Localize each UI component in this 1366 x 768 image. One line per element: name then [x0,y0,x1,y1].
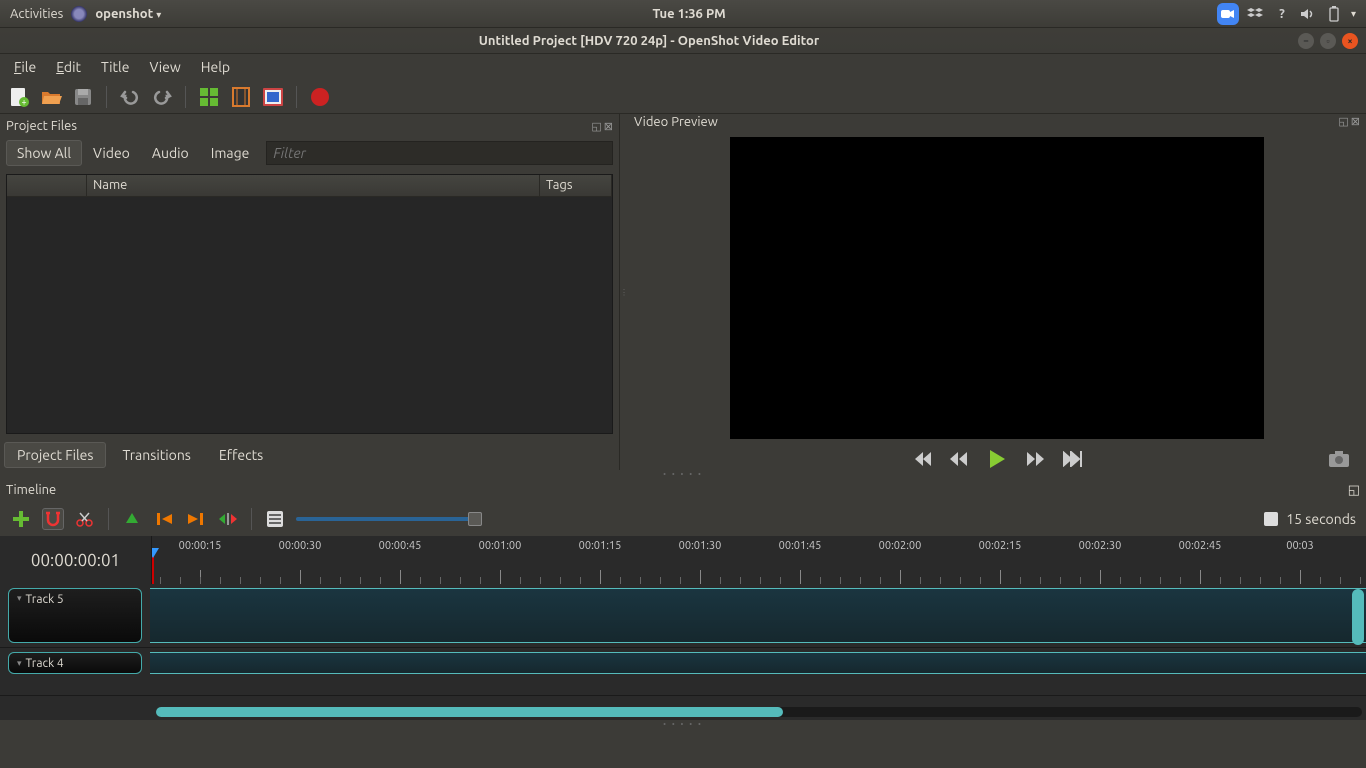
tab-effects[interactable]: Effects [207,443,275,467]
svg-text:+: + [21,97,26,107]
track-row: ▾Track 4 [0,648,1366,696]
project-files-panel: Project Files ◱ ⊠ Show All Video Audio I… [0,114,620,470]
play-icon[interactable] [987,449,1007,469]
window-titlebar: Untitled Project [HDV 720 24p] - OpenSho… [0,28,1366,54]
vertical-splitter[interactable]: ⋮ [620,114,628,470]
menu-view[interactable]: View [141,57,188,77]
horizontal-scrollbar[interactable] [156,707,1362,717]
prev-marker-icon[interactable] [153,508,175,530]
filter-input[interactable] [266,141,613,165]
maximize-button[interactable]: ▫ [1320,33,1336,49]
playhead[interactable] [152,548,154,584]
chevron-down-icon: ▾ [17,658,22,669]
zoom-slider[interactable] [296,517,476,521]
volume-tray-icon[interactable] [1299,5,1317,23]
filter-audio[interactable]: Audio [141,140,200,166]
export-icon[interactable] [309,86,331,108]
preview-screen[interactable] [730,137,1264,439]
timeline-panel: Timeline ◱ 15 seconds 00:00:00:01 00:00:… [0,478,1366,720]
track-header-5[interactable]: ▾Track 5 [8,588,142,643]
duration-checkbox[interactable] [1264,512,1278,526]
activities-button[interactable]: Activities [10,7,63,21]
preview-undock-icon[interactable]: ◱ [1338,115,1348,128]
video-preview-title: Video Preview [634,115,718,129]
timeline-undock-icon[interactable]: ◱ [1348,483,1360,497]
razor-icon[interactable] [74,508,96,530]
project-files-table[interactable]: Name Tags [6,174,613,434]
import-files-icon[interactable] [198,86,220,108]
add-marker-icon[interactable] [121,508,143,530]
tab-project-files[interactable]: Project Files [4,442,106,468]
system-menu-icon[interactable]: ▾ [1351,8,1356,20]
panel-undock-icon[interactable]: ◱ [591,120,601,133]
col-tags[interactable]: Tags [540,175,612,196]
duration-label: 15 seconds [1286,511,1356,527]
menu-edit[interactable]: Edit [48,57,89,77]
menu-file[interactable]: File [6,57,44,77]
fast-forward-icon[interactable] [1025,451,1045,467]
timecode-display[interactable]: 00:00:00:01 [0,536,152,584]
track-header-4[interactable]: ▾Track 4 [8,652,142,674]
horizontal-splitter[interactable]: • • • • • [0,470,1366,478]
filter-video[interactable]: Video [82,140,141,166]
preview-close-icon[interactable]: ⊠ [1351,115,1360,128]
openshot-app-icon [71,6,87,22]
panel-close-icon[interactable]: ⊠ [604,120,613,133]
profile-icon[interactable] [230,86,252,108]
menu-title[interactable]: Title [93,57,137,77]
dropbox-tray-icon[interactable] [1247,5,1265,23]
clock[interactable]: Tue 1:36 PM [161,7,1217,21]
track-row: ▾Track 5 [0,584,1366,648]
minimize-button[interactable]: – [1298,33,1314,49]
rewind-icon[interactable] [949,451,969,467]
fullscreen-icon[interactable] [262,86,284,108]
battery-tray-icon[interactable] [1325,5,1343,23]
menubar: File Edit Title View Help [0,54,1366,80]
video-preview-panel: Video Preview ◱ ⊠ [628,114,1366,470]
os-topbar: Activities openshot ▾ Tue 1:36 PM ? ▾ [0,0,1366,28]
zoom-tray-icon[interactable] [1217,3,1239,25]
new-project-icon[interactable]: + [8,86,30,108]
timeline-title: Timeline [6,483,56,497]
project-files-title: Project Files [6,119,77,133]
snapshot-icon[interactable] [1328,450,1350,468]
jump-start-icon[interactable] [911,451,931,467]
vertical-scrollbar[interactable] [1352,589,1364,645]
track-body-5[interactable] [150,588,1366,643]
col-name[interactable]: Name [87,175,540,196]
app-menu[interactable]: openshot ▾ [95,7,161,21]
window-title: Untitled Project [HDV 720 24p] - OpenSho… [0,34,1298,48]
undo-icon[interactable] [119,86,141,108]
close-button[interactable]: × [1342,33,1358,49]
next-marker-icon[interactable] [185,508,207,530]
timeline-tracks: ▾Track 5 ▾Track 4 [0,584,1366,704]
redo-icon[interactable] [151,86,173,108]
chevron-down-icon: ▾ [17,593,22,604]
help-tray-icon[interactable]: ? [1273,5,1291,23]
filter-show-all[interactable]: Show All [6,140,82,166]
menu-help[interactable]: Help [193,57,238,77]
snap-icon[interactable] [42,508,64,530]
add-track-icon[interactable] [10,508,32,530]
filter-image[interactable]: Image [200,140,261,166]
main-toolbar: + [0,80,1366,114]
bottom-splitter[interactable]: • • • • • [0,720,1366,728]
jump-end-icon[interactable] [1063,451,1083,467]
zoom-tool-icon[interactable] [264,508,286,530]
open-project-icon[interactable] [40,86,62,108]
col-thumb[interactable] [7,175,87,196]
center-playhead-icon[interactable] [217,508,239,530]
save-project-icon[interactable] [72,86,94,108]
tab-transitions[interactable]: Transitions [110,443,202,467]
track-body-4[interactable] [150,652,1366,674]
timeline-ruler[interactable]: 00:00:1500:00:3000:00:4500:01:0000:01:15… [152,536,1366,584]
